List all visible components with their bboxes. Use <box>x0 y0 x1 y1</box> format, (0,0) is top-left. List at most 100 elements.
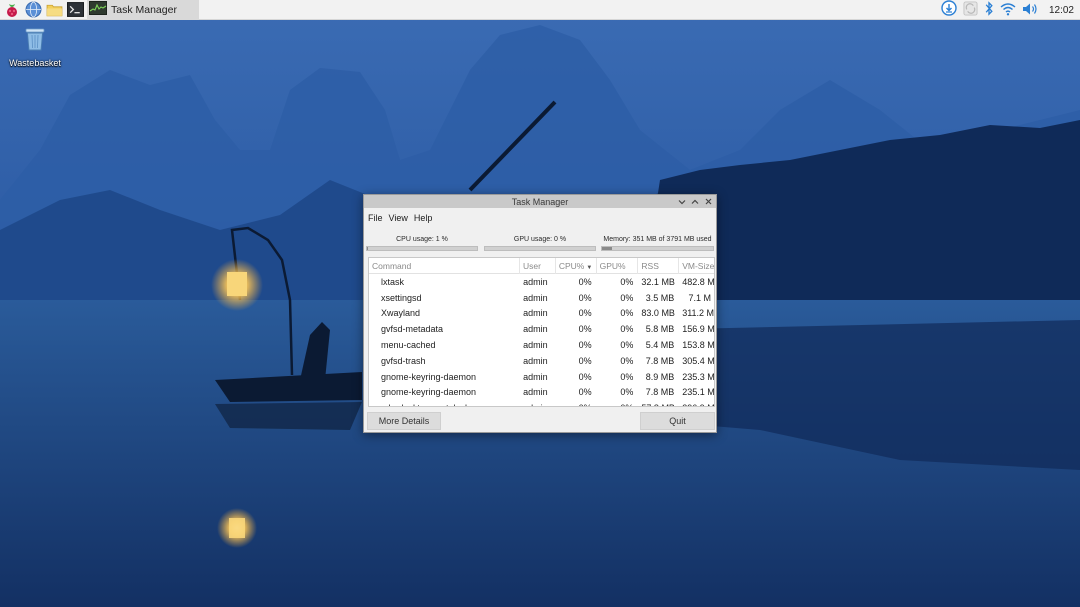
process-vm-size: 153.8 M <box>682 340 714 351</box>
process-command: Xwayland <box>381 308 421 319</box>
table-row[interactable]: gvfsd-trash admin 0% 0% 7.8 MB 305.4 M <box>369 353 714 369</box>
process-cpu: 0% <box>578 387 592 398</box>
process-vm-size: 311.2 M <box>682 308 714 319</box>
browser-icon[interactable] <box>24 1 42 19</box>
table-row[interactable]: gvfsd-metadata admin 0% 0% 5.8 MB 156.9 M <box>369 321 714 337</box>
process-rss: 57.8 MB <box>638 403 679 406</box>
process-gpu: 0% <box>620 355 634 366</box>
process-rss: 83.0 MB <box>641 308 675 319</box>
taskbar: Task Manager 12:02 <box>0 0 1080 20</box>
more-details-button[interactable]: More Details <box>367 412 441 430</box>
process-rss: 8.9 MB <box>645 371 675 382</box>
task-manager-window: Task Manager File View Help CPU usage: 1… <box>363 194 717 433</box>
desktop-icon-label: Wastebasket <box>9 58 61 68</box>
process-user: admin <box>523 371 548 382</box>
column-header-cpu-label: CPU% <box>558 261 585 271</box>
column-header-user[interactable]: User <box>520 258 556 274</box>
process-user: admin <box>523 324 548 335</box>
column-header-gpu[interactable]: GPU% <box>597 258 639 274</box>
process-command: gvfsd-trash <box>381 355 426 366</box>
process-cpu: 0% <box>578 340 592 351</box>
gpu-usage: GPU usage: 0 % <box>484 235 596 255</box>
gpu-usage-label: GPU usage: 0 % <box>513 236 567 243</box>
process-rss: 5.4 MB <box>645 340 675 351</box>
cpu-usage-label: CPU usage: 1 % <box>396 236 448 243</box>
memory-usage-fill <box>602 247 613 250</box>
desktop-icon-wastebasket[interactable]: Wastebasket <box>6 26 64 68</box>
process-rss: 32.1 MB <box>641 276 675 287</box>
process-vm-size: 235.1 M <box>682 387 714 398</box>
bluetooth-icon[interactable] <box>984 0 994 20</box>
sort-descending-icon: ▼ <box>586 265 593 271</box>
table-row[interactable]: gnome-keyring-daemon admin 0% 0% 8.9 MB 235.3… <box>369 369 714 385</box>
wifi-icon[interactable] <box>1000 1 1016 20</box>
process-gpu: 0% <box>597 403 639 406</box>
wastebasket-icon <box>22 26 48 56</box>
table-row[interactable]: xdg-desktop-portal-wlradmin0%0%57.8 MB39… <box>369 400 714 406</box>
process-gpu: 0% <box>620 324 634 335</box>
process-cpu: 0% <box>578 276 592 287</box>
process-rss: 7.8 MB <box>645 355 675 366</box>
update-icon[interactable] <box>941 0 957 20</box>
launcher-group <box>0 0 84 20</box>
cpu-usage-bar <box>366 246 478 251</box>
process-cpu: 0% <box>556 403 597 406</box>
terminal-icon[interactable] <box>66 1 84 19</box>
process-user: admin <box>523 340 548 351</box>
column-header-cpu[interactable]: CPU% ▼ <box>556 258 597 274</box>
memory-usage: Memory: 351 MB of 3791 MB used <box>601 235 714 255</box>
taskbar-item-label: Task Manager <box>111 3 177 16</box>
process-user: admin <box>520 403 556 406</box>
table-body: lxtask admin 0% 0% 32.1 MB 482.8 Mxsettingsd a… <box>369 274 714 406</box>
menu-bar: File View Help <box>364 210 716 226</box>
column-header-command[interactable]: Command <box>369 258 521 274</box>
process-command: menu-cached <box>381 340 436 351</box>
process-user: admin <box>523 308 548 319</box>
process-cpu: 0% <box>578 355 592 366</box>
process-user: admin <box>523 292 548 303</box>
process-rss: 3.5 MB <box>645 292 675 303</box>
table-row[interactable]: Xwayland admin 0% 0% 83.0 MB 311.2 M <box>369 306 714 322</box>
cpu-usage-fill <box>367 247 369 250</box>
chevron-up-icon[interactable] <box>690 196 700 207</box>
process-gpu: 0% <box>620 276 634 287</box>
volume-icon[interactable] <box>1022 1 1039 20</box>
file-manager-icon[interactable] <box>45 1 63 19</box>
process-cpu: 0% <box>578 371 592 382</box>
process-rss: 7.8 MB <box>645 387 675 398</box>
column-header-vm-size[interactable]: VM-Size <box>679 258 714 274</box>
process-gpu: 0% <box>620 292 634 303</box>
window-controls <box>677 195 713 208</box>
menu-view[interactable]: View <box>388 212 413 224</box>
gpu-usage-bar <box>484 246 596 251</box>
memory-usage-label: Memory: 351 MB of 3791 MB used <box>603 236 712 243</box>
table-row[interactable]: menu-cached admin 0% 0% 5.4 MB 153.8 M <box>369 337 714 353</box>
table-row[interactable]: xsettingsd admin 0% 0% 3.5 MB 7.1 M <box>369 290 714 306</box>
clock[interactable]: 12:02 <box>1049 5 1074 16</box>
sync-icon[interactable] <box>963 0 978 20</box>
window-titlebar[interactable]: Task Manager <box>364 195 716 208</box>
table-row[interactable]: lxtask admin 0% 0% 32.1 MB 482.8 M <box>369 274 714 290</box>
process-cpu: 0% <box>578 308 592 319</box>
table-row[interactable]: gnome-keyring-daemon admin 0% 0% 7.8 MB 235.1… <box>369 385 714 401</box>
process-gpu: 0% <box>620 308 634 319</box>
task-manager-icon <box>89 0 107 19</box>
window-title: Task Manager <box>511 196 569 207</box>
chevron-down-icon[interactable] <box>677 196 687 207</box>
quit-button[interactable]: Quit <box>640 412 715 430</box>
table-header: Command User CPU% ▼ GPU% RSS VM-Size <box>369 258 714 274</box>
process-command: gnome-keyring-daemon <box>381 387 477 398</box>
process-gpu: 0% <box>620 387 634 398</box>
process-rss: 5.8 MB <box>645 324 675 335</box>
menu-file[interactable]: File <box>367 212 388 224</box>
memory-usage-bar <box>601 246 714 251</box>
column-header-rss[interactable]: RSS <box>638 258 680 274</box>
raspberry-menu-icon[interactable] <box>3 1 21 19</box>
menu-help[interactable]: Help <box>413 212 438 224</box>
system-tray: 12:02 <box>941 0 1080 20</box>
taskbar-item-task-manager[interactable]: Task Manager <box>87 0 199 20</box>
process-command: xdg-desktop-portal-wlr <box>369 403 520 406</box>
close-icon[interactable] <box>703 196 713 207</box>
process-table[interactable]: Command User CPU% ▼ GPU% RSS VM-Size lxta… <box>368 257 715 407</box>
process-gpu: 0% <box>620 371 634 382</box>
